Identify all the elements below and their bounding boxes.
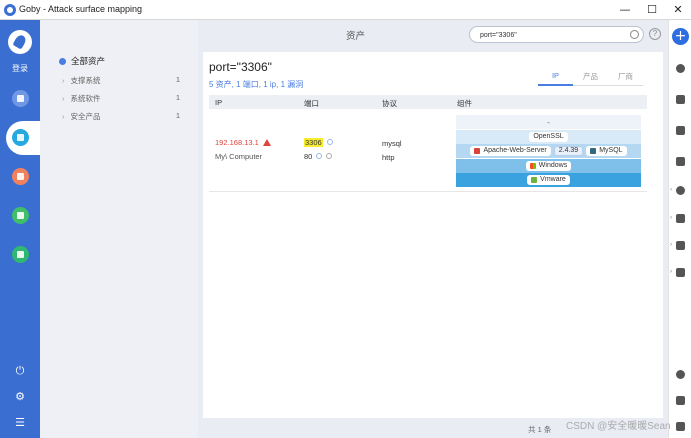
settings-icon[interactable]: ⚙	[13, 390, 27, 403]
search-box[interactable]	[469, 26, 644, 43]
tab-ip[interactable]: IP	[538, 71, 573, 86]
extensions-nav-icon[interactable]	[12, 246, 29, 263]
view-tabs: IP 产品 厂商	[538, 71, 643, 86]
help-icon[interactable]: ?	[649, 28, 661, 40]
main-header: 资产 ?	[198, 20, 668, 48]
category-all-icon	[59, 57, 66, 65]
menu-icon[interactable]: ☰	[13, 416, 27, 429]
right-toolbar: + › › › ›	[668, 20, 691, 438]
banner-icon[interactable]	[316, 153, 323, 159]
query-title: port="3306"	[209, 60, 272, 74]
monitor-icon[interactable]	[676, 126, 685, 135]
column-ip: IP	[215, 98, 223, 107]
category-item[interactable]: 支撑系统 1	[62, 75, 181, 86]
page-title: 资产	[345, 31, 365, 42]
rocket-logo-icon[interactable]	[8, 30, 32, 54]
new-scan-button[interactable]: +	[672, 28, 689, 45]
link-icon[interactable]	[326, 153, 333, 159]
left-sidebar: 登录 ⏻ ⚙ ☰	[0, 20, 40, 438]
title-bar: Goby - Attack surface mapping — ☐ ✕	[0, 0, 691, 20]
windows-icon	[529, 162, 536, 169]
column-component: 组件	[457, 99, 472, 108]
category-item[interactable]: 安全产品 1	[62, 111, 181, 122]
assets-nav-icon[interactable]	[12, 129, 29, 146]
component-row: -	[456, 115, 641, 129]
refresh-icon[interactable]	[676, 370, 685, 379]
protocol-http: http	[382, 153, 395, 162]
component-vmware[interactable]: Vmware	[527, 175, 570, 186]
component-row: Windows	[456, 158, 641, 173]
plugin-icon[interactable]	[676, 268, 685, 277]
scan-nav-icon[interactable]	[12, 90, 29, 107]
component-version: 2.4.39	[553, 146, 584, 157]
component-row: Apache-Web-Server 2.4.39 MySQL	[456, 144, 641, 159]
component-list: - OpenSSL Apache-Web-Server 2.4.39 MySQL…	[456, 115, 641, 188]
apache-feather-icon	[474, 148, 481, 155]
bug-icon[interactable]	[676, 186, 685, 195]
category-all-label: 全部资产	[71, 56, 106, 66]
asset-ip[interactable]: 192.168.13.1	[215, 138, 271, 147]
document-icon[interactable]	[676, 95, 685, 104]
component-windows[interactable]: Windows	[525, 160, 572, 171]
port-3306[interactable]: 3306	[304, 138, 333, 147]
maximize-button[interactable]: ☐	[644, 2, 660, 18]
component-row: Vmware	[456, 173, 641, 188]
banner-icon[interactable]	[326, 139, 333, 145]
minimize-button[interactable]: —	[617, 2, 633, 18]
warning-icon	[262, 139, 271, 146]
category-panel: 全部资产 支撑系统 1 系统软件 1 安全产品 1	[40, 20, 198, 438]
report-nav-icon[interactable]	[12, 207, 29, 224]
vmware-icon	[531, 177, 538, 184]
tab-product[interactable]: 产品	[573, 71, 608, 86]
port-80[interactable]: 80	[304, 152, 333, 161]
result-summary[interactable]: 5 资产, 1 端口, 1 ip, 1 漏洞	[209, 79, 303, 90]
pagination-total: 共 1 条	[528, 425, 552, 434]
clock-icon[interactable]	[676, 64, 685, 73]
window-title: Goby - Attack surface mapping	[19, 4, 143, 14]
component-row: OpenSSL	[456, 129, 641, 144]
login-link[interactable]: 登录	[0, 63, 40, 74]
protocol-mysql: mysql	[382, 139, 402, 148]
puzzle-icon[interactable]	[676, 241, 685, 250]
category-all[interactable]: 全部资产	[59, 55, 105, 67]
asset-hostname: My\ Computer	[215, 152, 263, 161]
notes-icon[interactable]	[676, 396, 685, 405]
bar-chart-icon[interactable]	[676, 214, 685, 223]
search-input[interactable]	[480, 29, 625, 41]
table-header: IP 端口 协议 组件	[209, 95, 647, 109]
category-item[interactable]: 系统软件 1	[62, 93, 181, 104]
component-mysql[interactable]: MySQL	[586, 146, 627, 157]
watermark: CSDN @安全暖暖Sean	[566, 421, 671, 432]
goby-logo-icon	[4, 4, 16, 16]
list-icon[interactable]	[676, 157, 685, 166]
column-protocol: 协议	[382, 99, 397, 108]
column-port: 端口	[304, 99, 319, 108]
mysql-icon	[590, 148, 597, 155]
expand-arrow-icon[interactable]: ›	[670, 187, 672, 193]
close-button[interactable]: ✕	[670, 2, 686, 18]
expand-arrow-icon[interactable]: ›	[670, 242, 672, 248]
tab-vendor[interactable]: 厂商	[608, 71, 643, 86]
search-icon[interactable]	[630, 30, 639, 39]
component-openssl[interactable]: OpenSSL	[529, 131, 568, 142]
warning-icon[interactable]	[676, 422, 685, 431]
expand-arrow-icon[interactable]: ›	[670, 269, 672, 275]
row-divider	[209, 191, 647, 192]
results-card: port="3306" 5 资产, 1 端口, 1 ip, 1 漏洞 IP 产品…	[203, 52, 663, 418]
component-apache[interactable]: Apache-Web-Server	[470, 146, 551, 157]
expand-arrow-icon[interactable]: ›	[670, 215, 672, 221]
vulnerability-nav-icon[interactable]	[12, 168, 29, 185]
power-icon[interactable]: ⏻	[13, 364, 27, 378]
